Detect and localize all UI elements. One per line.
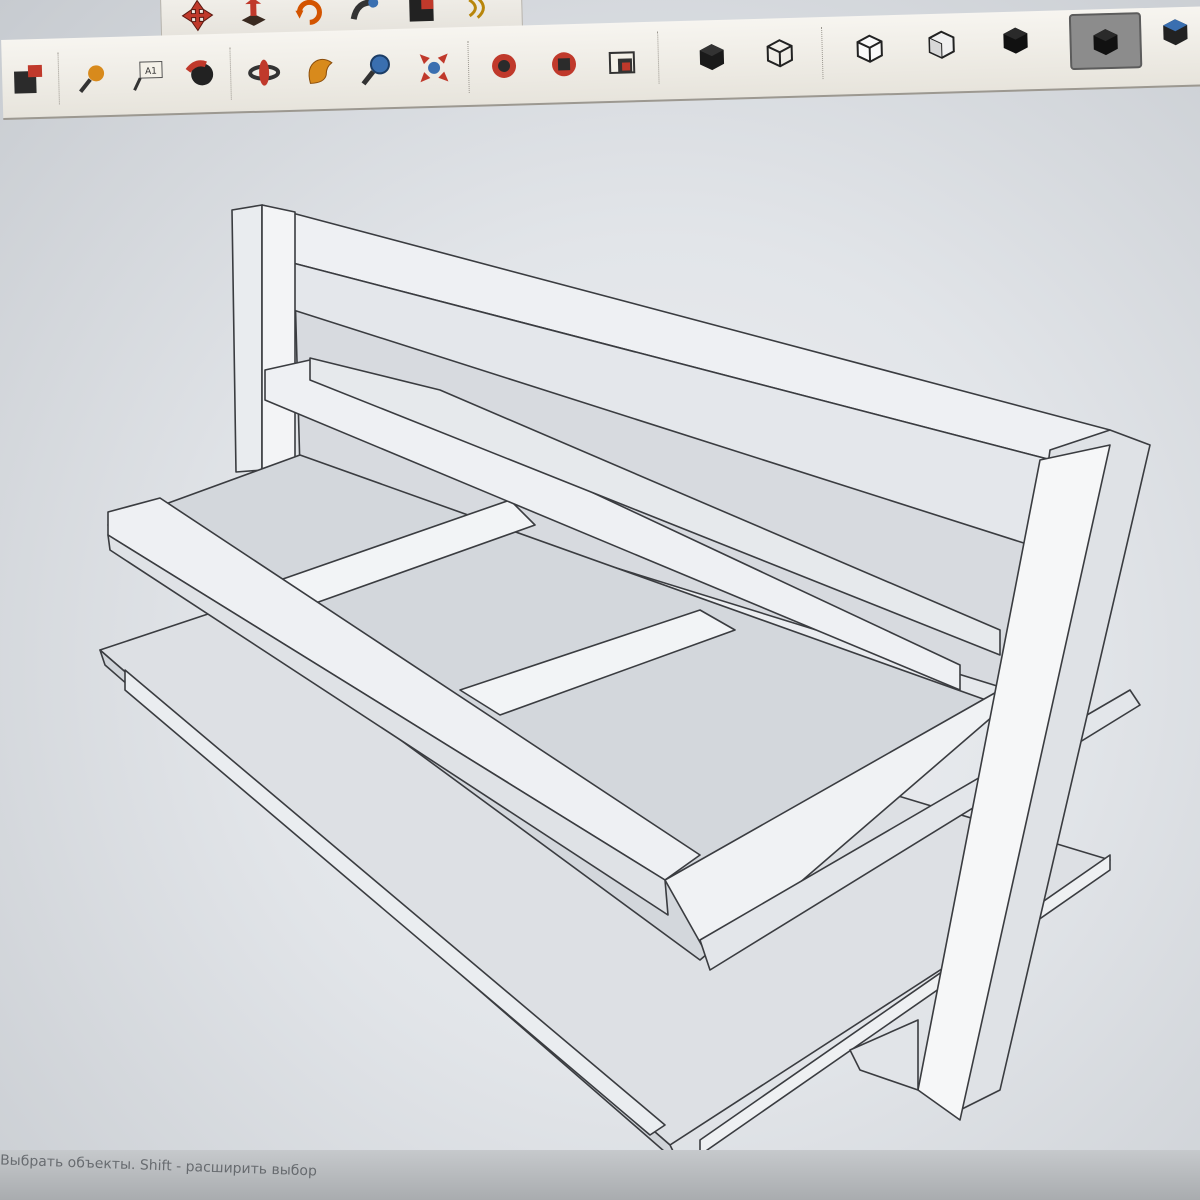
status-text: Выбрать объекты. Shift - расширить выбор <box>0 1152 318 1180</box>
left-back-post <box>231 204 263 473</box>
sketchup-window: A1 Выбрать объекты. Shift - расширить вы… <box>0 0 1200 1200</box>
left-back-post-face <box>261 204 296 471</box>
shelf-model-drawing <box>99 204 1151 1166</box>
drawing-viewport[interactable] <box>0 125 1200 1175</box>
status-bar: Выбрать объекты. Shift - расширить выбор <box>0 1150 1200 1200</box>
